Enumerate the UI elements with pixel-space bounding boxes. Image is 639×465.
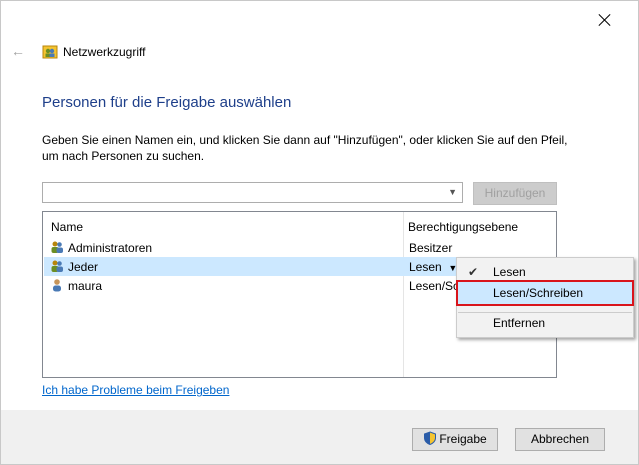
dialog-window: ← Netzwerkzugriff Personen für die Freig… — [0, 0, 639, 465]
share-button[interactable]: Freigabe — [412, 428, 498, 451]
row-permission: Besitzer — [409, 241, 453, 255]
menu-item-label: Entfernen — [493, 316, 546, 330]
user-group-icon — [51, 260, 63, 272]
menu-item-lesen-schreiben[interactable]: Lesen/Schreiben — [456, 280, 634, 306]
window-title: Netzwerkzugriff — [63, 45, 146, 59]
network-users-icon — [42, 45, 58, 59]
back-arrow-icon[interactable]: ← — [11, 43, 25, 59]
share-button-label: Freigabe — [439, 432, 487, 446]
chevron-down-icon[interactable]: ▼ — [448, 187, 457, 197]
user-group-icon — [51, 241, 63, 253]
row-name: Jeder — [68, 260, 99, 274]
user-icon — [53, 279, 61, 292]
column-header-name[interactable]: Name — [51, 220, 83, 234]
close-icon[interactable] — [598, 13, 612, 27]
menu-item-entfernen[interactable]: Entfernen — [458, 312, 632, 334]
column-header-permission[interactable]: Berechtigungsebene — [408, 220, 518, 234]
sharing-help-link[interactable]: Ich habe Probleme beim Freigeben — [42, 383, 229, 397]
menu-item-lesen[interactable]: ✔ Lesen — [458, 261, 632, 283]
menu-item-label: Lesen — [493, 265, 526, 279]
row-name: Administratoren — [68, 241, 153, 255]
cancel-button[interactable]: Abbrechen — [515, 428, 605, 451]
menu-item-label: Lesen/Schreiben — [493, 286, 584, 300]
add-button[interactable]: Hinzufügen — [473, 182, 557, 205]
instructions-text: Geben Sie einen Namen ein, und klicken S… — [42, 133, 568, 163]
row-permission: Lesen/Sc — [409, 279, 460, 293]
footer-bar: Freigabe Abbrechen — [1, 410, 638, 464]
user-name-combobox[interactable]: ▼ — [42, 182, 463, 203]
shield-icon — [424, 431, 437, 446]
page-heading: Personen für die Freigabe auswählen — [42, 94, 292, 111]
permission-context-menu: ✔ Lesen Lesen/Schreiben Entfernen — [456, 257, 634, 338]
checkmark-icon: ✔ — [468, 265, 479, 279]
row-name: maura — [68, 279, 103, 293]
row-permission: Lesen — [409, 260, 442, 274]
list-row-administratoren[interactable]: Administratoren Besitzer — [44, 238, 556, 257]
permission-dropdown[interactable]: Lesen ▼ — [409, 260, 457, 274]
